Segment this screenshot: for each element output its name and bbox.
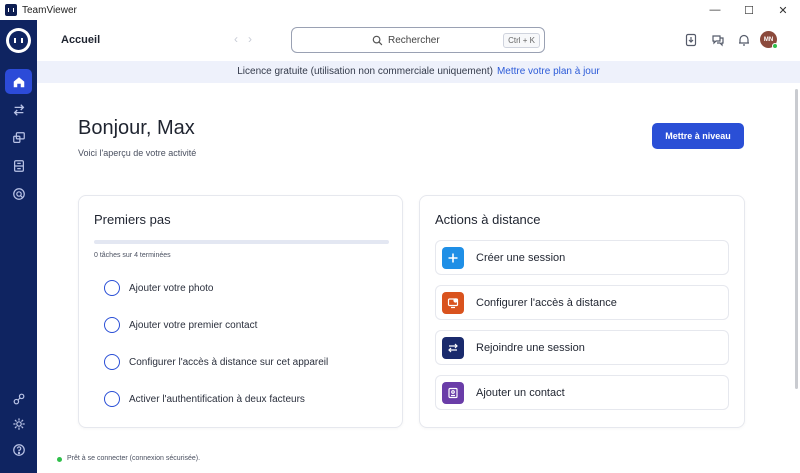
- integrations-icon[interactable]: [5, 386, 32, 411]
- configure-remote-access-action[interactable]: Configurer l'accès à distance: [435, 285, 729, 320]
- close-button[interactable]: ✕: [766, 0, 800, 20]
- task-label: Activer l'authentification à deux facteu…: [129, 393, 305, 405]
- window-controls: — ☐ ✕: [698, 0, 800, 20]
- help-icon[interactable]: [5, 437, 32, 462]
- task-checkbox[interactable]: [104, 354, 120, 370]
- avatar-initials: MN: [763, 36, 774, 43]
- online-status-dot: [772, 43, 778, 49]
- remote-actions-title: Actions à distance: [435, 212, 541, 227]
- action-label: Configurer l'accès à distance: [476, 296, 617, 309]
- task-item[interactable]: Configurer l'accès à distance sur cet ap…: [104, 354, 328, 370]
- task-label: Ajouter votre premier contact: [129, 319, 258, 331]
- page-title: Accueil: [61, 34, 101, 46]
- home-icon[interactable]: [5, 69, 32, 94]
- top-header: Accueil ‹ › Rechercher Ctrl + K MN: [37, 20, 800, 61]
- title-bar: TeamViewer — ☐ ✕: [0, 0, 800, 20]
- arrows-swap-icon: [442, 336, 464, 359]
- first-steps-progress-bar: [94, 240, 389, 244]
- upgrade-plan-link[interactable]: Mettre votre plan à jour: [497, 66, 600, 77]
- remote-access-icon: [442, 291, 464, 314]
- remote-actions-card: Actions à distance Créer une session Con…: [419, 195, 745, 428]
- search-shortcut-badge: Ctrl + K: [503, 33, 540, 48]
- status-bar: Prêt à se connecter (connexion sécurisée…: [37, 450, 800, 473]
- search-icon: [372, 35, 383, 46]
- task-item[interactable]: Ajouter votre photo: [104, 280, 214, 296]
- search-placeholder: Rechercher: [388, 35, 440, 46]
- progress-text: 0 tâches sur 4 terminées: [94, 252, 171, 259]
- action-label: Rejoindre une session: [476, 341, 585, 354]
- add-contact-action[interactable]: Ajouter un contact: [435, 375, 729, 410]
- license-text: Licence gratuite (utilisation non commer…: [237, 66, 493, 77]
- task-label: Ajouter votre photo: [129, 282, 214, 294]
- task-item[interactable]: Activer l'authentification à deux facteu…: [104, 391, 305, 407]
- greeting-heading: Bonjour, Max: [78, 117, 195, 139]
- connection-status-text: Prêt à se connecter (connexion sécurisée…: [67, 455, 201, 462]
- minimize-button[interactable]: —: [698, 0, 732, 20]
- devices-icon[interactable]: [5, 125, 32, 150]
- join-session-action[interactable]: Rejoindre une session: [435, 330, 729, 365]
- forward-arrow-icon[interactable]: ›: [248, 32, 252, 46]
- sidebar: [0, 20, 37, 473]
- download-icon[interactable]: [684, 33, 698, 47]
- teamviewer-logo-icon: [5, 4, 17, 16]
- search-input[interactable]: Rechercher Ctrl + K: [291, 27, 545, 53]
- first-steps-card: Premiers pas 0 tâches sur 4 terminées Aj…: [78, 195, 403, 428]
- plus-icon: [442, 246, 464, 269]
- license-banner: Licence gratuite (utilisation non commer…: [37, 61, 800, 83]
- window-title: TeamViewer: [22, 4, 77, 16]
- action-label: Ajouter un contact: [476, 386, 565, 399]
- back-arrow-icon[interactable]: ‹: [234, 32, 238, 46]
- create-session-action[interactable]: Créer une session: [435, 240, 729, 275]
- maximize-button[interactable]: ☐: [732, 0, 766, 20]
- teamviewer-logo-icon[interactable]: [6, 28, 31, 53]
- contacts-icon[interactable]: [5, 153, 32, 178]
- first-steps-title: Premiers pas: [94, 212, 171, 227]
- notifications-bell-icon[interactable]: [737, 33, 751, 47]
- task-label: Configurer l'accès à distance sur cet ap…: [129, 356, 329, 368]
- task-checkbox[interactable]: [104, 391, 120, 407]
- greeting-subtitle: Voici l'aperçu de votre activité: [78, 148, 197, 158]
- action-label: Créer une session: [476, 251, 566, 264]
- settings-gear-icon[interactable]: [5, 411, 32, 436]
- main-content: Bonjour, Max Voici l'aperçu de votre act…: [37, 83, 800, 450]
- upgrade-button[interactable]: Mettre à niveau: [652, 123, 744, 149]
- scrollbar[interactable]: [795, 89, 798, 389]
- contact-book-icon: [442, 381, 464, 404]
- chat-icon[interactable]: [711, 33, 725, 47]
- history-navigation: ‹ ›: [234, 32, 252, 46]
- task-item[interactable]: Ajouter votre premier contact: [104, 317, 257, 333]
- task-checkbox[interactable]: [104, 317, 120, 333]
- support-search-icon[interactable]: [5, 181, 32, 206]
- task-checkbox[interactable]: [104, 280, 120, 296]
- connection-status-dot: [57, 457, 62, 462]
- user-avatar[interactable]: MN: [760, 31, 778, 49]
- connections-icon[interactable]: [5, 97, 32, 122]
